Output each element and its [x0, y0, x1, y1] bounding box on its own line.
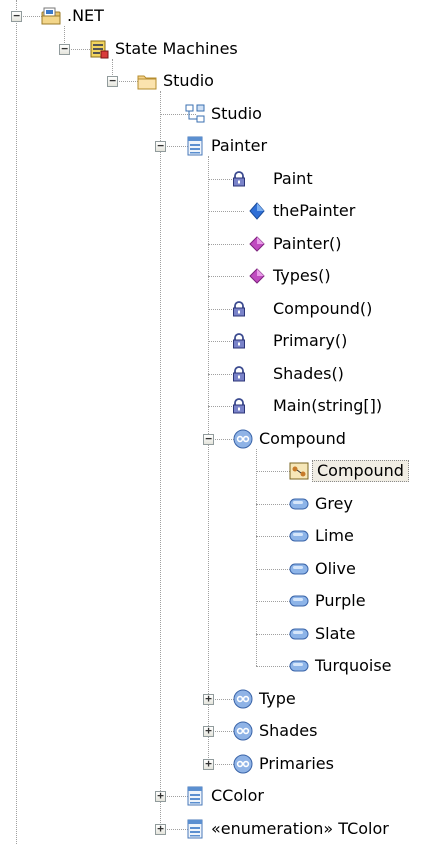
tree-node-label[interactable]: Studio: [160, 70, 217, 92]
tree-node-label[interactable]: Painter: [208, 135, 270, 157]
tree-connector: [160, 91, 161, 829]
collapse-toggle[interactable]: −: [155, 140, 166, 152]
locked-method-icon: [246, 298, 268, 324]
tree-node-label[interactable]: Main(string[]): [270, 395, 385, 417]
tree-node-label[interactable]: Shades(): [270, 363, 347, 385]
tree-connector: [256, 633, 292, 635]
tree-node-label[interactable]: CColor: [208, 785, 267, 807]
expand-toggle[interactable]: +: [203, 693, 214, 705]
tree-connector: [256, 536, 292, 537]
class-icon: [184, 785, 206, 811]
method-icon: [246, 233, 268, 259]
state-icon: [288, 493, 310, 519]
folder-dotnet-icon: [40, 5, 62, 31]
collapse-toggle[interactable]: −: [203, 433, 214, 445]
tree-connector: [256, 601, 292, 602]
expand-toggle[interactable]: +: [155, 790, 166, 802]
tree-connector: [208, 211, 244, 212]
tree-connector: [16, 16, 17, 844]
tree-node-label[interactable]: «enumeration» TColor: [208, 818, 392, 840]
tree-connector: [256, 471, 292, 472]
lock-icon: [232, 398, 246, 418]
tree-node-label[interactable]: Paint: [270, 168, 316, 190]
lock-icon: [232, 300, 246, 321]
expand-toggle[interactable]: +: [203, 725, 214, 737]
state-icon: [288, 623, 310, 649]
locked-method-icon: [246, 330, 268, 356]
class-icon: [184, 135, 206, 161]
tree-connector: [208, 243, 244, 245]
field-icon: [246, 200, 268, 226]
enum-icon: [232, 688, 254, 714]
tree-node-label[interactable]: Primaries: [256, 753, 337, 775]
tree-node-label[interactable]: Types(): [270, 265, 334, 287]
enum-icon: [232, 720, 254, 746]
state-icon: [288, 525, 310, 551]
tree-node-label[interactable]: Shades: [256, 720, 320, 742]
tree-node-label[interactable]: Slate: [312, 623, 359, 645]
state-diagram-icon: [288, 460, 310, 486]
tree-connector: [208, 156, 209, 764]
tree-node-label[interactable]: thePainter: [270, 200, 358, 222]
tree-node-label[interactable]: Compound(): [270, 298, 375, 320]
tree-node-label[interactable]: Studio: [208, 103, 265, 125]
tree-node-label[interactable]: Turquoise: [312, 655, 395, 677]
tree-node-label[interactable]: .NET: [64, 5, 107, 27]
expand-toggle[interactable]: +: [155, 823, 166, 835]
locked-method-icon: [246, 395, 268, 421]
tree-node-label[interactable]: Olive: [312, 558, 359, 580]
collapse-toggle[interactable]: −: [59, 43, 70, 55]
collapse-toggle[interactable]: −: [107, 75, 118, 87]
tree-connector: [256, 568, 292, 570]
method-icon: [246, 265, 268, 291]
state-icon: [288, 655, 310, 681]
tree-node-label[interactable]: Compound: [312, 460, 409, 482]
tree-connector: [256, 503, 292, 505]
tree-node-label[interactable]: Lime: [312, 525, 357, 547]
lock-icon: [232, 170, 246, 191]
collapse-toggle[interactable]: −: [11, 10, 22, 22]
tree-node-label[interactable]: Type: [256, 688, 299, 710]
locked-field-icon: [246, 168, 268, 194]
project-tree[interactable]: − .NET − State Machines − Studio Studio − Painte…: [0, 0, 445, 844]
enum-icon: [232, 753, 254, 779]
folder-icon: [136, 70, 158, 96]
lock-icon: [232, 365, 246, 386]
lock-icon: [232, 333, 246, 353]
class-icon: [184, 818, 206, 844]
tree-node-label[interactable]: Primary(): [270, 330, 350, 352]
state-machines-icon: [88, 38, 110, 64]
diagram-icon: [184, 103, 206, 129]
tree-node-label[interactable]: Grey: [312, 493, 356, 515]
state-icon: [288, 590, 310, 616]
tree-connector: [256, 666, 292, 667]
tree-node-label[interactable]: Compound: [256, 428, 349, 450]
tree-node-label[interactable]: State Machines: [112, 38, 241, 60]
expand-toggle[interactable]: +: [203, 758, 214, 770]
tree-connector: [208, 276, 244, 277]
locked-method-icon: [246, 363, 268, 389]
enum-icon: [232, 428, 254, 454]
tree-node-label[interactable]: Painter(): [270, 233, 345, 255]
tree-node-label[interactable]: Purple: [312, 590, 369, 612]
state-icon: [288, 558, 310, 584]
